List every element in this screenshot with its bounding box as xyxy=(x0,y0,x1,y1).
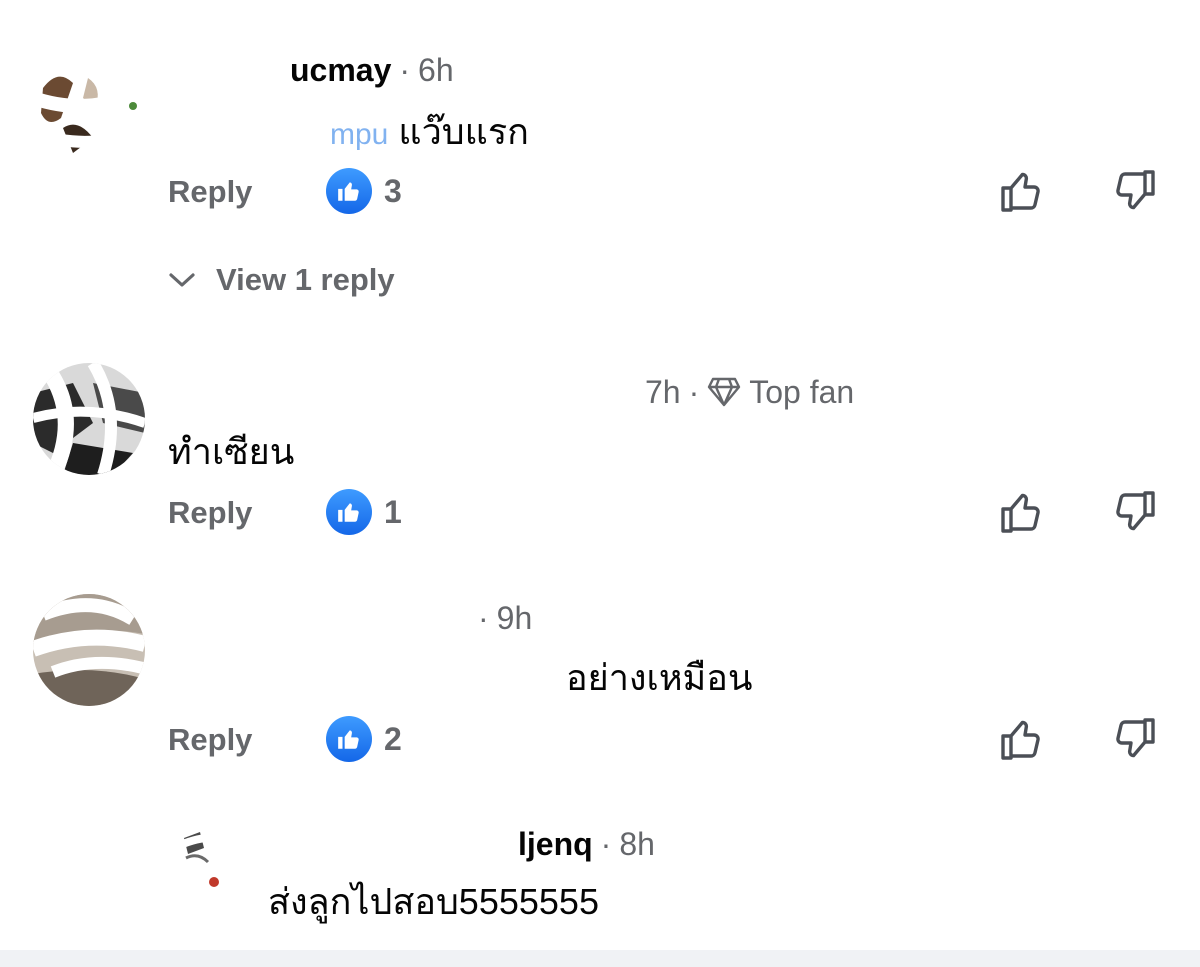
timestamp[interactable]: 8h xyxy=(619,826,655,862)
comment-header: 7h · Top fan xyxy=(645,372,854,412)
thumb-up-outline-icon[interactable] xyxy=(998,167,1046,215)
like-count: 2 xyxy=(384,720,402,757)
diamond-icon xyxy=(708,377,741,407)
reaction-summary[interactable]: 2 xyxy=(326,716,402,762)
thumbs-up-icon xyxy=(326,716,372,762)
avatar[interactable] xyxy=(178,818,252,892)
mention-tag[interactable]: mpu xyxy=(330,118,388,151)
like-count: 3 xyxy=(384,172,402,209)
separator-dot: · xyxy=(478,600,489,636)
comment-text: mpu แว๊บแรก xyxy=(330,110,529,157)
reply-button[interactable]: Reply xyxy=(168,172,252,212)
comment-body: อย่างเหมือน xyxy=(566,657,753,698)
separator-dot: · xyxy=(600,826,612,862)
avatar[interactable] xyxy=(33,58,145,170)
avatar[interactable] xyxy=(33,594,145,706)
timestamp[interactable]: 7h xyxy=(645,374,681,410)
reaction-summary[interactable]: 1 xyxy=(326,489,402,535)
view-replies-label: View 1 reply xyxy=(216,262,395,297)
separator-dot: · xyxy=(399,52,411,88)
thumb-up-outline-icon[interactable] xyxy=(998,488,1046,536)
reply-button[interactable]: Reply xyxy=(168,493,252,533)
view-replies-button[interactable]: View 1 reply xyxy=(168,262,395,298)
thumb-down-outline-icon[interactable] xyxy=(1110,715,1158,763)
chevron-down-icon xyxy=(169,273,195,287)
comment-header: · 9h xyxy=(470,598,532,638)
reaction-summary[interactable]: 3 xyxy=(326,168,402,214)
thumb-down-outline-icon[interactable] xyxy=(1110,167,1158,215)
comment-body: ทำเซียน xyxy=(168,431,295,472)
author-name[interactable]: ucmay xyxy=(290,52,391,88)
author-name[interactable]: ljenq xyxy=(518,826,593,862)
comment-header: ucmay · 6h xyxy=(290,50,454,90)
comment-body: แว๊บแรก xyxy=(398,111,529,152)
comment-body: ส่งลูกไปสอบ5555555 xyxy=(268,881,599,922)
separator-dot: · xyxy=(688,374,700,410)
comment-text: อย่างเหมือน xyxy=(566,656,753,700)
avatar[interactable] xyxy=(33,363,145,475)
top-fan-badge[interactable]: Top fan xyxy=(749,374,854,410)
timestamp[interactable]: 6h xyxy=(418,52,454,88)
comment-header: ljenq · 8h xyxy=(518,824,655,864)
thumbs-up-icon xyxy=(326,168,372,214)
comment-text: ส่งลูกไปสอบ5555555 xyxy=(268,880,599,924)
timestamp[interactable]: 9h xyxy=(497,600,533,636)
bottom-divider xyxy=(0,950,1200,967)
thumbs-up-icon xyxy=(326,489,372,535)
thumb-up-outline-icon[interactable] xyxy=(998,715,1046,763)
like-count: 1 xyxy=(384,493,402,530)
thumb-down-outline-icon[interactable] xyxy=(1110,488,1158,536)
comment-text: ทำเซียน xyxy=(168,430,294,474)
reply-button[interactable]: Reply xyxy=(168,720,252,760)
